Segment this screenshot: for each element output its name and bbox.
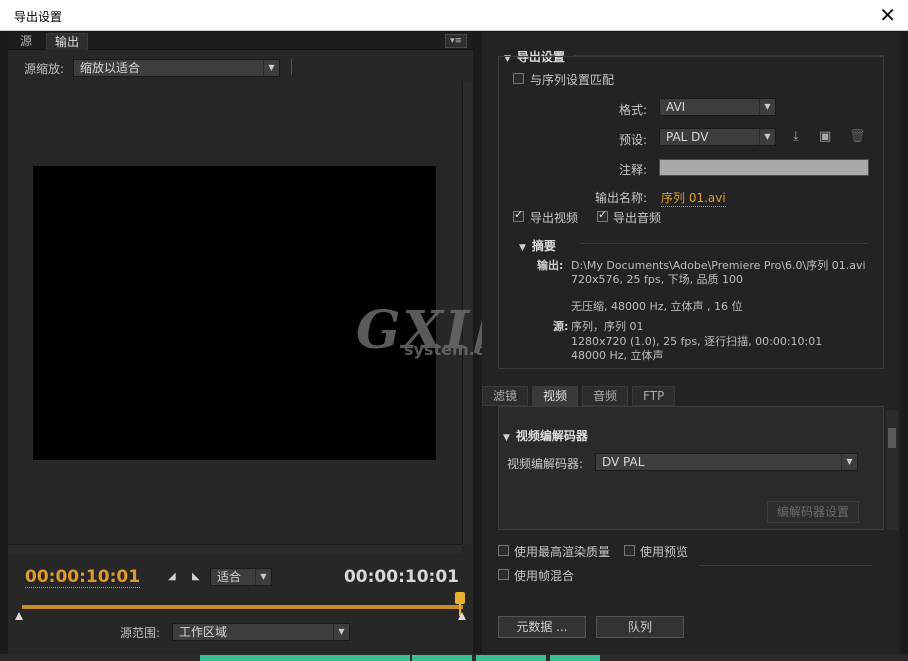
comment-input[interactable] [659, 159, 869, 176]
match-sequence-label: 与序列设置匹配 [530, 73, 615, 87]
collapse-triangle-icon[interactable]: ▼ [519, 243, 526, 253]
format-value: AVI [666, 100, 686, 114]
video-codec-label: 视频编解码器: [507, 457, 584, 471]
chevron-down-icon: ▼ [841, 454, 857, 470]
max-render-quality-label: 使用最高渲染质量 [514, 545, 611, 559]
format-dropdown[interactable]: AVI ▼ [659, 98, 776, 116]
set-in-point-icon[interactable]: ◢ [168, 571, 176, 582]
tab-source[interactable]: 源 [12, 33, 40, 50]
summary-output-video: 720x576, 25 fps, 下场, 品质 100 [571, 273, 744, 286]
chevron-down-icon: ▼ [263, 60, 279, 76]
timeline-clip [412, 655, 472, 661]
timeline-clip [476, 655, 546, 661]
panel-menu-icon[interactable]: ▾≡ [445, 34, 467, 48]
export-video-checkbox[interactable] [513, 208, 524, 222]
summary-divider [579, 243, 869, 244]
preview-tabbar: 源 输出 ▾≡ [8, 32, 473, 50]
source-zoom-value: 缩放以适合 [80, 61, 141, 75]
source-range-dropdown[interactable]: 工作区域 ▼ [172, 623, 350, 641]
toolbar-divider [291, 59, 292, 75]
chevron-down-icon: ▼ [255, 569, 271, 585]
export-audio-label: 导出音频 [613, 211, 662, 225]
summary-output-audio: 无压缩, 48000 Hz, 立体声 , 16 位 [571, 300, 743, 313]
output-name-label: 输出名称: [595, 191, 648, 205]
summary-source-name: 序列，序列 01 [571, 320, 644, 333]
import-preset-icon[interactable]: ▣ [819, 129, 831, 144]
video-codec-value: DV PAL [602, 455, 645, 469]
source-zoom-dropdown[interactable]: 缩放以适合 ▼ [73, 59, 280, 77]
source-zoom-label: 源缩放: [24, 62, 65, 76]
export-video-label: 导出视频 [530, 211, 579, 225]
out-point-marker-icon[interactable] [458, 612, 466, 620]
tab-filters[interactable]: 滤镜 [482, 386, 529, 406]
summary-source-label: 源: [553, 320, 569, 333]
metadata-button[interactable]: 元数据 ... [498, 616, 586, 638]
summary-source-audio: 48000 Hz, 立体声 [571, 349, 664, 362]
fit-dropdown[interactable]: 适合 ▼ [210, 568, 272, 586]
source-zoom-row: 源缩放: 缩放以适合 ▼ [8, 57, 473, 79]
scrollbar-thumb[interactable] [888, 428, 896, 448]
export-settings-group: 与序列设置匹配 格式: AVI ▼ 预设: PAL DV ▼ ⤓ ▣ 🗑 注释:… [498, 56, 884, 369]
format-label: 格式: [619, 103, 648, 117]
timeline-clip [550, 655, 600, 661]
collapse-triangle-icon[interactable]: ▼ [503, 433, 510, 443]
settings-vertical-scrollbar[interactable] [886, 410, 898, 530]
tab-audio[interactable]: 音频 [582, 386, 629, 406]
max-render-quality-checkbox[interactable] [498, 545, 509, 556]
summary-output-label: 输出: [537, 259, 564, 272]
options-divider [698, 565, 872, 566]
playhead-icon[interactable] [455, 592, 465, 604]
timeline-clip [200, 655, 410, 661]
preview-horizontal-scrollbar[interactable] [8, 544, 462, 554]
queue-button[interactable]: 队列 [596, 616, 684, 638]
delete-preset-icon[interactable]: 🗑 [849, 129, 866, 144]
frame-blending-label: 使用帧混合 [514, 569, 575, 583]
video-codec-title: 视频编解码器 [515, 429, 588, 443]
tab-ftp[interactable]: FTP [632, 386, 676, 406]
window-titlebar: 导出设置 ✕ [0, 0, 908, 31]
chevron-down-icon: ▼ [759, 129, 775, 145]
summary-title: 摘要 [531, 239, 556, 253]
settings-subtabs: 滤镜 视频 音频 FTP [482, 386, 900, 406]
close-icon[interactable]: ✕ [879, 3, 896, 27]
export-settings-panel: ▼ 导出设置 与序列设置匹配 格式: AVI ▼ 预设: PAL DV ▼ ⤓ ▣… [482, 32, 900, 654]
summary-header[interactable]: ▼ 摘要 [519, 237, 556, 254]
export-audio-checkbox[interactable] [597, 208, 608, 222]
tab-video[interactable]: 视频 [532, 386, 579, 406]
frame-blending-checkbox[interactable] [498, 569, 509, 580]
chevron-down-icon: ▼ [759, 99, 775, 115]
preset-label: 预设: [619, 133, 648, 147]
background-timeline-strip [0, 654, 908, 661]
video-codec-header[interactable]: ▼ 视频编解码器 [503, 427, 588, 444]
source-range-value: 工作区域 [179, 625, 228, 639]
preset-dropdown[interactable]: PAL DV ▼ [659, 128, 776, 146]
tab-output[interactable]: 输出 [46, 33, 89, 50]
in-point-marker-icon[interactable] [15, 612, 23, 620]
set-out-point-icon[interactable]: ◣ [192, 571, 200, 582]
preset-value: PAL DV [666, 130, 709, 144]
video-codec-panel: ▼ 视频编解码器 视频编解码器: DV PAL ▼ 编解码器设置 [498, 406, 884, 530]
source-range-label: 源范围: [120, 626, 161, 640]
fit-value: 适合 [217, 570, 242, 584]
save-preset-icon[interactable]: ⤓ [793, 129, 799, 144]
current-timecode[interactable]: 00:00:10:01 [25, 567, 141, 588]
chevron-down-icon: ▼ [333, 624, 349, 640]
use-previews-label: 使用预览 [640, 545, 689, 559]
video-codec-dropdown[interactable]: DV PAL ▼ [595, 453, 858, 471]
output-name-link[interactable]: 序列 01.avi [661, 189, 726, 207]
window-title: 导出设置 [14, 10, 63, 24]
match-sequence-checkbox[interactable] [513, 73, 524, 84]
timeline-bar[interactable] [22, 605, 463, 609]
codec-settings-button[interactable]: 编解码器设置 [767, 501, 859, 523]
use-previews-checkbox[interactable] [624, 545, 635, 556]
duration-timecode: 00:00:10:01 [343, 567, 459, 587]
comment-label: 注释: [619, 163, 648, 177]
